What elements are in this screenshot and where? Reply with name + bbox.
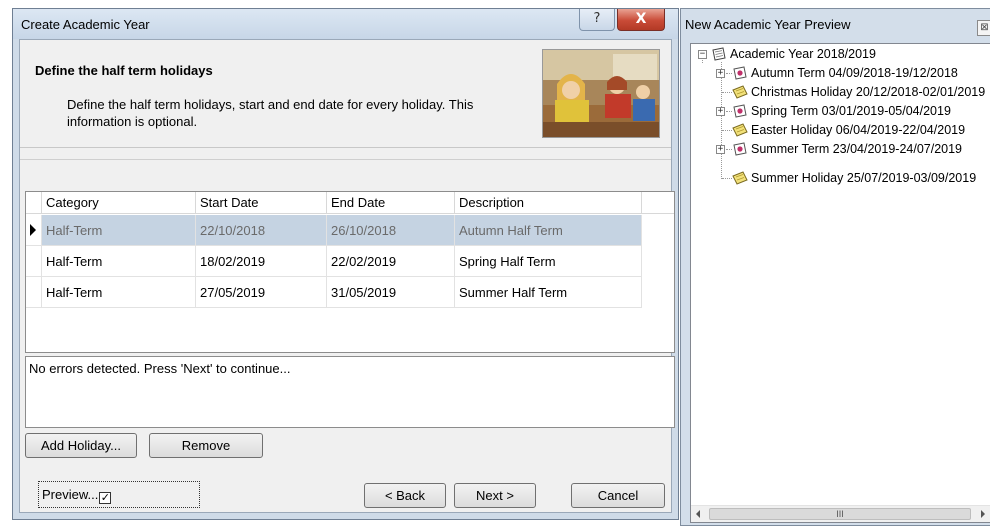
preview-label: Preview... — [42, 487, 99, 502]
term-icon — [732, 142, 748, 156]
cell-end-date[interactable]: 26/10/2018 — [327, 215, 455, 246]
help-button[interactable]: ? — [579, 9, 615, 31]
row-header-corner — [26, 192, 42, 214]
term-icon — [732, 104, 748, 118]
holiday-icon — [732, 123, 748, 137]
cell-category[interactable]: Half-Term — [42, 277, 196, 308]
column-header-end-date[interactable]: End Date — [327, 192, 455, 214]
checkbox-checked-icon[interactable]: ✓ — [99, 492, 112, 504]
tree-node-academic-year[interactable]: Academic Year 2018/2019 — [711, 45, 876, 64]
preview-panel-title: New Academic Year Preview — [685, 17, 851, 32]
tree-line — [722, 178, 732, 179]
expand-expander-icon[interactable]: + — [716, 145, 725, 154]
tree-line — [721, 62, 722, 179]
tree-node-summer-term[interactable]: Summer Term 23/04/2019-24/07/2019 — [732, 140, 962, 159]
expand-expander-icon[interactable]: + — [716, 107, 725, 116]
scrollbar-thumb[interactable]: III — [709, 508, 971, 520]
cell-end-date[interactable]: 31/05/2019 — [327, 277, 455, 308]
table-row[interactable]: Half-Term 27/05/2019 31/05/2019 Summer H… — [26, 277, 674, 308]
tree-line — [722, 130, 732, 131]
create-academic-year-dialog: Create Academic Year ? X Define the half… — [12, 8, 679, 520]
tree-node-label: Spring Term 03/01/2019-05/04/2019 — [751, 104, 951, 118]
academic-year-icon — [711, 47, 727, 61]
wizard-header: Define the half term holidays Define the… — [20, 40, 671, 148]
tree-node-label: Autumn Term 04/09/2018-19/12/2018 — [751, 66, 958, 80]
grid-header: Category Start Date End Date Description — [26, 192, 674, 214]
add-holiday-button[interactable]: Add Holiday... — [25, 433, 137, 458]
collapse-expander-icon[interactable]: − — [698, 50, 707, 59]
cell-description[interactable]: Summer Half Term — [455, 277, 642, 308]
preview-panel: New Academic Year Preview ⊠ − Academic Y… — [680, 8, 990, 526]
validation-message-box: No errors detected. Press 'Next' to cont… — [25, 356, 675, 428]
term-icon — [732, 66, 748, 80]
tree-node-label: Easter Holiday 06/04/2019-22/04/2019 — [751, 123, 966, 137]
tree-node-autumn-term[interactable]: Autumn Term 04/09/2018-19/12/2018 — [732, 64, 958, 83]
back-button[interactable]: < Back — [364, 483, 446, 508]
academic-year-tree[interactable]: − Academic Year 2018/2019 + Autumn Term … — [690, 43, 990, 523]
scroll-left-arrow-icon[interactable] — [696, 510, 700, 518]
cell-description[interactable]: Spring Half Term — [455, 246, 642, 277]
tree-node-label: Christmas Holiday 20/12/2018-02/01/2019 — [751, 85, 986, 99]
expand-expander-icon[interactable]: + — [716, 69, 725, 78]
row-header[interactable] — [26, 215, 42, 246]
column-header-start-date[interactable]: Start Date — [196, 192, 327, 214]
tree-node-easter-holiday[interactable]: Easter Holiday 06/04/2019-22/04/2019 — [732, 121, 965, 140]
current-row-arrow-icon — [30, 224, 36, 236]
dialog-titlebar[interactable]: Create Academic Year ? X — [13, 9, 678, 39]
tree-node-christmas-holiday[interactable]: Christmas Holiday 20/12/2018-02/01/2019 — [732, 83, 985, 102]
table-row[interactable]: Half-Term 18/02/2019 22/02/2019 Spring H… — [26, 246, 674, 277]
header-separator — [20, 159, 671, 160]
close-icon: X — [635, 11, 647, 27]
cell-start-date[interactable]: 27/05/2019 — [196, 277, 327, 308]
tree-node-summer-holiday[interactable]: Summer Holiday 25/07/2019-03/09/2019 — [732, 169, 976, 188]
row-header[interactable] — [26, 246, 42, 277]
cell-description[interactable]: Autumn Half Term — [455, 215, 642, 246]
holiday-icon — [732, 171, 748, 185]
next-button[interactable]: Next > — [454, 483, 536, 508]
close-button[interactable]: X — [617, 9, 665, 31]
classroom-photo — [542, 49, 660, 138]
cell-category[interactable]: Half-Term — [42, 246, 196, 277]
step-heading: Define the half term holidays — [35, 63, 213, 78]
tree-node-spring-term[interactable]: Spring Term 03/01/2019-05/04/2019 — [732, 102, 951, 121]
holidays-grid[interactable]: Category Start Date End Date Description… — [25, 191, 675, 353]
step-description: Define the half term holidays, start and… — [67, 97, 474, 129]
column-header-description[interactable]: Description — [455, 192, 642, 214]
help-icon: ? — [593, 11, 601, 26]
cell-start-date[interactable]: 22/10/2018 — [196, 215, 327, 246]
scroll-right-arrow-icon[interactable] — [981, 510, 985, 518]
tree-node-label: Summer Holiday 25/07/2019-03/09/2019 — [751, 171, 977, 185]
panel-close-icon[interactable]: ⊠ — [977, 20, 990, 36]
horizontal-scrollbar[interactable]: III — [691, 505, 990, 522]
preview-checkbox[interactable]: Preview... ✓ — [38, 481, 200, 508]
dialog-title: Create Academic Year — [21, 17, 150, 32]
table-row[interactable]: Half-Term 22/10/2018 26/10/2018 Autumn H… — [26, 215, 674, 246]
column-header-category[interactable]: Category — [42, 192, 196, 214]
cell-start-date[interactable]: 18/02/2019 — [196, 246, 327, 277]
cell-end-date[interactable]: 22/02/2019 — [327, 246, 455, 277]
remove-button[interactable]: Remove — [149, 433, 263, 458]
holiday-icon — [732, 85, 748, 99]
tree-node-label: Academic Year 2018/2019 — [730, 47, 876, 61]
tree-line — [722, 92, 732, 93]
cancel-button[interactable]: Cancel — [571, 483, 665, 508]
validation-message: No errors detected. Press 'Next' to cont… — [29, 361, 291, 376]
row-header[interactable] — [26, 277, 42, 308]
tree-node-label: Summer Term 23/04/2019-24/07/2019 — [751, 142, 963, 156]
cell-category[interactable]: Half-Term — [42, 215, 196, 246]
